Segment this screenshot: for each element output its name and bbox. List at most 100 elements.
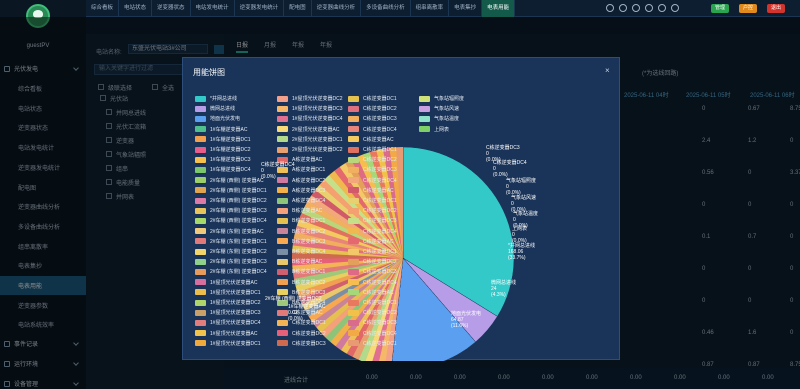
legend-item[interactable]: B栋逆变器DC1 [277, 268, 325, 275]
legend-label: 2#车棚 (东侧) 逆变器DC3 [210, 259, 267, 266]
top-tab[interactable]: 逆变器曲线分析 [312, 0, 362, 17]
legend-item[interactable]: C栋逆变器DC2 [348, 105, 397, 112]
legend-item[interactable]: 2#车棚 (西侧) 逆变器DC3 [195, 207, 267, 214]
legend-item[interactable]: 2#屋顶光伏逆变器DC2 [277, 146, 343, 153]
legend-item[interactable]: C栋逆变器DC1 [348, 146, 397, 153]
legend-item[interactable]: 2#车棚 (西侧) 逆变器DC1 [195, 187, 267, 194]
legend-item[interactable]: 1#车棚逆变器AC [195, 126, 248, 133]
legend-item[interactable]: C栋逆变器DC2 [277, 330, 326, 337]
legend-item[interactable]: 1#屋顶光伏逆变器AC [195, 330, 258, 337]
legend-item[interactable]: C栋逆变器DC3 [348, 166, 397, 173]
legend-item[interactable]: 2#车棚 (西侧) 逆变器DC2 [195, 197, 267, 204]
legend-item[interactable]: 1#屋顶光伏逆变器DC4 [195, 319, 261, 326]
legend-item[interactable]: 2#车棚 (东侧) 逆变器DC4 [195, 268, 267, 275]
legend-item[interactable]: 1#车棚逆变器DC2 [195, 146, 251, 153]
legend-item[interactable]: 2#车棚 (东侧) 逆变器DC3 [195, 258, 267, 265]
help-icon[interactable] [671, 4, 679, 12]
legend-item[interactable]: C栋逆变器AC [348, 289, 394, 296]
user-icon[interactable] [658, 4, 666, 12]
legend-item[interactable]: B栋逆变器DC3 [277, 289, 325, 296]
legend-item[interactable]: C栋逆变器AC [348, 136, 394, 143]
legend-item[interactable]: C栋逆变器DC1 [348, 340, 397, 347]
legend-item[interactable]: B栋逆变器DC1 [277, 217, 325, 224]
legend-item[interactable]: 1#屋顶光伏逆变器AC [195, 279, 258, 286]
top-badge[interactable]: 管理 [711, 4, 730, 13]
slice-label: 1#车棚逆变器AC 0.02 (0.0%) [288, 304, 326, 322]
menu-icon[interactable] [606, 4, 614, 12]
top-tab[interactable]: 电表用能 [482, 0, 516, 17]
legend-item[interactable]: 2#屋顶光伏逆变器DC1 [277, 136, 343, 143]
slice-label-line: C栋逆变器DC4 [493, 160, 527, 166]
legend-item[interactable]: C栋逆变器DC1 [348, 248, 397, 255]
legend-item[interactable]: C栋逆变器DC1 [348, 197, 397, 204]
top-badge[interactable]: 退出 [767, 4, 786, 13]
legend-item[interactable]: C栋逆变器AC [348, 238, 394, 245]
legend-item[interactable]: 1#屋顶光伏逆变器DC1 [195, 340, 261, 347]
legend-item[interactable]: C栋逆变器DC4 [348, 228, 397, 235]
legend-item[interactable]: 1#屋顶光伏逆变器DC2 [277, 95, 343, 102]
legend-item[interactable]: 1#屋顶光伏逆变器DC2 [195, 299, 261, 306]
legend-item[interactable]: B栋逆变器AC [277, 207, 322, 214]
legend-label: 1#屋顶光伏逆变器DC1 [210, 289, 261, 296]
legend-item[interactable]: B栋逆变器DC2 [277, 228, 325, 235]
top-tab[interactable]: 组串离散率 [411, 0, 450, 17]
legend-item[interactable]: C栋逆变器DC3 [348, 268, 397, 275]
legend-item[interactable]: 2#车棚 (东侧) 逆变器AC [195, 228, 264, 235]
legend-label: 1#车棚逆变器DC4 [210, 167, 251, 174]
top-tab[interactable]: 综合看板 [86, 0, 120, 17]
legend-item[interactable]: 微网总进线 [195, 105, 235, 112]
legend-item[interactable]: 1#车棚逆变器DC1 [195, 136, 251, 143]
legend-item[interactable]: C栋逆变器DC3 [277, 340, 326, 347]
legend-item[interactable]: C栋逆变器DC2 [348, 309, 397, 316]
legend-item[interactable]: C栋逆变器AC [348, 187, 394, 194]
legend-swatch [348, 177, 359, 184]
top-tab[interactable]: 逆变器状态 [152, 0, 191, 17]
legend-item[interactable]: B栋逆变器DC3 [277, 238, 325, 245]
legend-item[interactable]: 1#车棚逆变器DC3 [195, 156, 251, 163]
legend-item[interactable]: C栋逆变器DC2 [348, 258, 397, 265]
legend-item[interactable]: 2#屋顶光伏逆变器AC [277, 126, 340, 133]
legend-item[interactable]: C栋逆变器DC3 [348, 115, 397, 122]
top-tab[interactable]: 逆变器发电统计 [235, 0, 285, 17]
top-tab[interactable]: 配电图 [284, 0, 312, 17]
legend-item[interactable]: 2#车棚 (东侧) 逆变器DC2 [195, 248, 267, 255]
legend-item[interactable]: 1#屋顶光伏逆变器DC1 [195, 289, 261, 296]
legend-item[interactable]: B栋逆变器AC [277, 258, 322, 265]
legend-item[interactable]: 1#屋顶光伏逆变器DC4 [277, 115, 343, 122]
legend-item[interactable]: C栋逆变器DC1 [348, 299, 397, 306]
legend-item[interactable]: 1#屋顶光伏逆变器DC3 [277, 105, 343, 112]
legend-item[interactable]: C栋逆变器DC4 [348, 177, 397, 184]
legend-item[interactable]: B栋逆变器DC4 [277, 248, 325, 255]
legend-item[interactable]: 1#屋顶光伏逆变器DC3 [195, 309, 261, 316]
settings-icon[interactable] [645, 4, 653, 12]
legend-item[interactable]: 上网表 [419, 126, 449, 133]
legend-item[interactable]: C栋逆变器DC1 [348, 95, 397, 102]
legend-item[interactable]: 2#车棚 (西侧) 逆变器DC4 [195, 217, 267, 224]
legend-item[interactable]: A栋逆变器DC3 [277, 187, 325, 194]
legend-item[interactable]: 地面光伏发电 [195, 115, 240, 122]
legend-item[interactable]: *并网总进线 [195, 95, 237, 102]
legend-item[interactable]: 2#车棚 (东侧) 逆变器DC1 [195, 238, 267, 245]
top-tab[interactable]: 电表集抄 [449, 0, 483, 17]
top-tab[interactable]: 电站发电统计 [191, 0, 235, 17]
top-badge[interactable]: 户控 [739, 4, 758, 13]
legend-item[interactable]: C栋逆变器DC4 [348, 330, 397, 337]
bell-icon[interactable] [632, 4, 640, 12]
legend-item[interactable]: C栋逆变器DC3 [348, 217, 397, 224]
legend-item[interactable]: C栋逆变器DC2 [348, 156, 397, 163]
legend-item[interactable]: 气象站风速 [419, 105, 459, 112]
legend-item[interactable]: 气象站温度 [419, 115, 459, 122]
legend-item[interactable]: C栋逆变器DC4 [348, 279, 397, 286]
top-tab[interactable]: 电站状态 [119, 0, 153, 17]
legend-item[interactable]: 气象站辐照度 [419, 95, 464, 102]
search-icon[interactable] [619, 4, 627, 12]
legend-label: 上网表 [434, 126, 450, 133]
legend-item[interactable]: 1#车棚逆变器DC4 [195, 166, 251, 173]
legend-item[interactable]: C栋逆变器DC3 [348, 319, 397, 326]
legend-item[interactable]: B栋逆变器DC2 [277, 279, 325, 286]
legend-item[interactable]: C栋逆变器DC2 [348, 207, 397, 214]
legend-item[interactable]: 2#车棚 (西侧) 逆变器AC [195, 177, 264, 184]
legend-item[interactable]: C栋逆变器DC4 [348, 126, 397, 133]
legend-item[interactable]: A栋逆变器DC4 [277, 197, 325, 204]
top-tab[interactable]: 多设备曲线分析 [361, 0, 411, 17]
